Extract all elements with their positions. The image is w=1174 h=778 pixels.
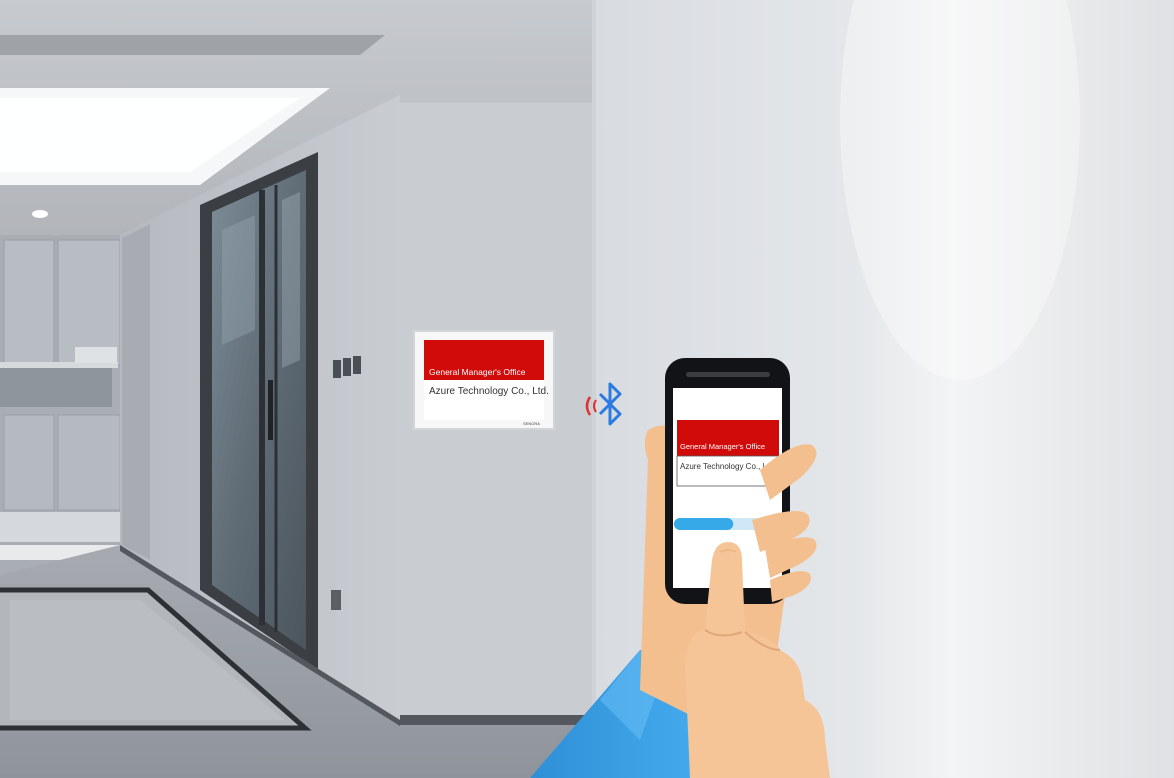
skirting [400, 715, 600, 725]
cabinet-door [3, 414, 55, 511]
wall-sign-brand: SENORA [523, 421, 540, 426]
wall-socket [331, 590, 341, 610]
ceiling-beam [0, 35, 385, 55]
ceiling-spotlight [32, 210, 48, 218]
progress-bar [674, 518, 734, 530]
wall-sign-company: Azure Technology Co., Ltd. [429, 386, 549, 397]
phone-speaker [686, 372, 770, 377]
wall-sign-title: General Manager's Office [429, 367, 526, 377]
cabinet-door [57, 239, 121, 366]
cabinet-door [3, 239, 55, 366]
phone-sign-title: General Manager's Office [680, 442, 765, 451]
lower-shelf [0, 512, 120, 542]
door-handle [268, 380, 273, 440]
cabinet-door [57, 414, 121, 511]
light-switch [353, 356, 361, 374]
scene: General Manager's Office Azure Technolog… [0, 0, 1174, 778]
wall-sign: General Manager's Office Azure Technolog… [413, 330, 555, 430]
light-switch [343, 358, 351, 376]
counter-box [75, 347, 117, 363]
light-switch [333, 360, 341, 378]
counter [0, 365, 112, 407]
scene-illustration: General Manager's Office Azure Technolog… [0, 0, 1174, 778]
